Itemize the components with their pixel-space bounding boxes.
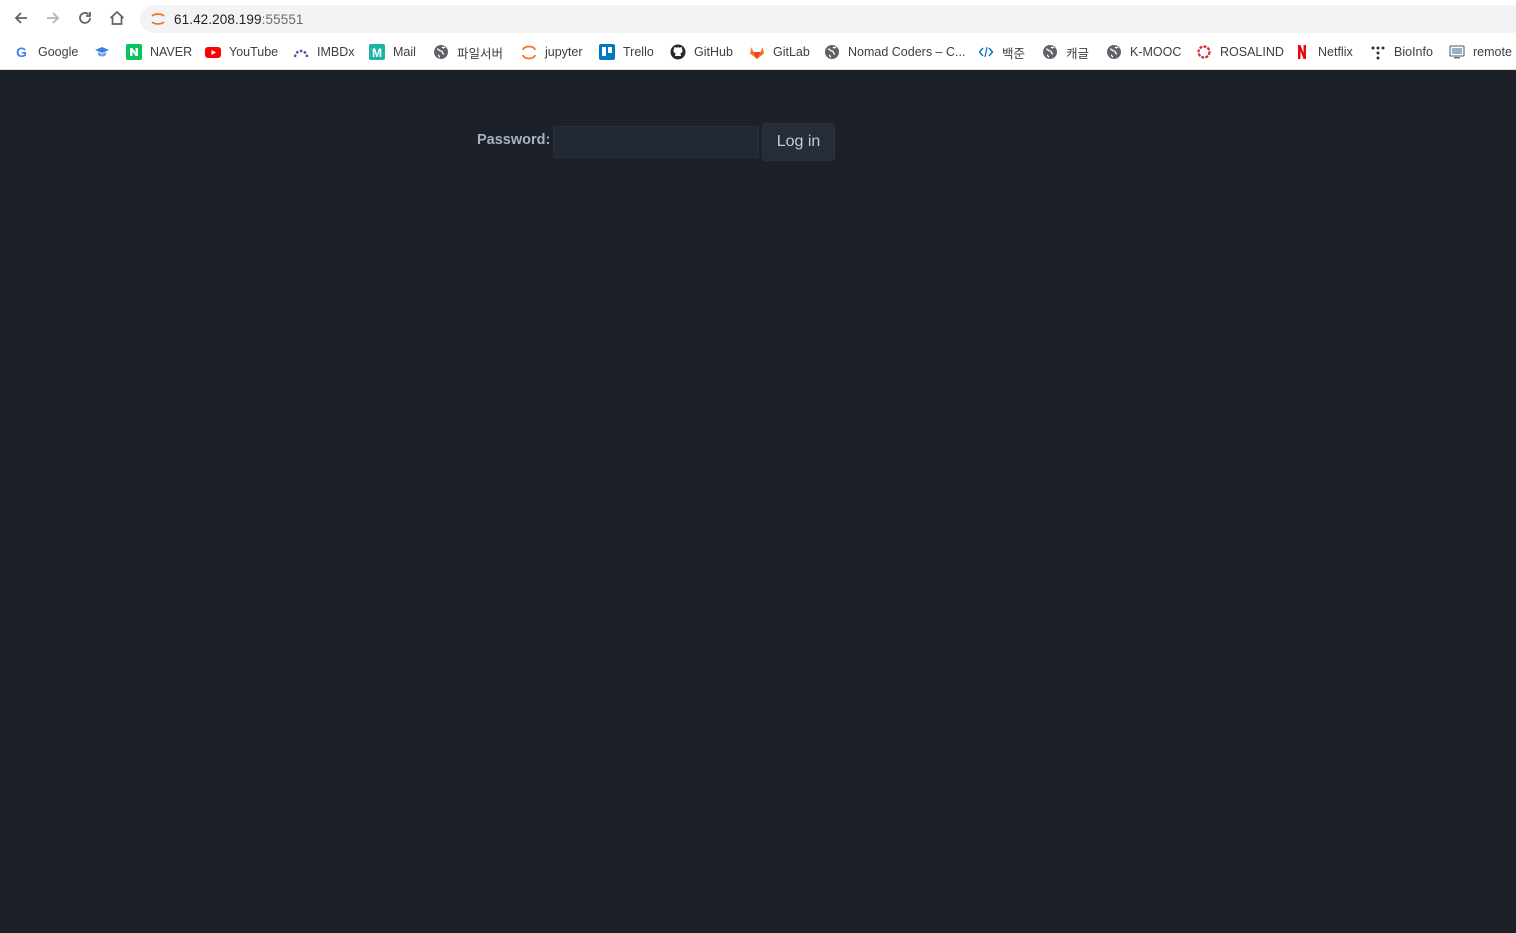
bookmark-label: 파일서버 <box>457 46 504 61</box>
arrow-right-icon <box>47 12 60 24</box>
bookmark-gitlab[interactable]: GitLab <box>749 41 810 63</box>
globe-icon <box>1106 44 1122 60</box>
bookmark-label: IMBDx <box>317 45 355 59</box>
bookmark-label: NAVER <box>150 45 193 59</box>
bookmark-label: YouTube <box>229 45 279 59</box>
bookmark-label: ROSALIND <box>1220 45 1284 59</box>
reload-button[interactable] <box>71 4 99 32</box>
bookmark-rosalind[interactable]: ROSALIND <box>1196 41 1284 63</box>
bookmark-youtube[interactable]: YouTube <box>205 41 278 63</box>
bookmark-nomad-coders[interactable]: Nomad Coders – C... <box>824 41 965 63</box>
login-page: Password: Log in <box>0 70 1516 933</box>
globe-icon <box>433 44 449 60</box>
dots-icon <box>1370 44 1386 60</box>
bookmark-fileserver[interactable]: 파일서버 <box>433 41 503 63</box>
url-text: 61.42.208.199:55551 <box>174 12 304 27</box>
youtube-icon <box>205 44 221 60</box>
bookmark-jupyter[interactable]: jupyter <box>521 41 583 63</box>
bookmark-remote[interactable]: remote <box>1449 41 1512 63</box>
url-port: :55551 <box>261 11 304 27</box>
bookmark-label: 백준 <box>1002 46 1026 61</box>
jupyter-icon <box>149 10 167 28</box>
github-icon <box>670 44 686 60</box>
bookmark-kaggle[interactable]: 캐글 <box>1042 41 1089 63</box>
trello-icon <box>599 44 615 60</box>
bookmark-trello[interactable]: Trello <box>599 41 654 63</box>
password-input[interactable] <box>553 126 759 158</box>
mail-icon: M <box>369 44 385 60</box>
bookmark-label: BioInfo <box>1394 45 1433 59</box>
bookmark-label: Mail <box>393 45 416 59</box>
remote-icon <box>1449 44 1465 60</box>
bookmark-cap[interactable] <box>94 41 118 63</box>
cap-icon <box>94 44 110 60</box>
bookmark-label: jupyter <box>545 45 583 59</box>
bookmark-label: Trello <box>623 45 654 59</box>
url-host: 61.42.208.199 <box>174 11 262 27</box>
bookmark-label: K-MOOC <box>1130 45 1182 59</box>
jupyter-icon <box>521 44 537 60</box>
bookmark-label: GitLab <box>773 45 810 59</box>
rosalind-icon <box>1196 44 1212 60</box>
forward-button[interactable] <box>39 4 67 32</box>
code-icon <box>978 44 994 60</box>
reload-icon <box>79 12 91 24</box>
browser-chrome: 61.42.208.199:55551 G Google NAVER YouTu… <box>0 0 1516 70</box>
password-label: Password: <box>477 132 551 148</box>
imbdx-icon <box>293 44 309 60</box>
svg-text:M: M <box>372 46 382 60</box>
address-bar[interactable]: 61.42.208.199:55551 <box>140 5 1516 33</box>
bookmark-google[interactable]: G Google <box>14 41 78 63</box>
google-icon: G <box>14 44 30 60</box>
bookmark-baekjoon[interactable]: 백준 <box>978 41 1025 63</box>
svg-text:G: G <box>16 44 27 60</box>
bookmark-label: remote <box>1473 45 1512 59</box>
bookmark-bioinfo[interactable]: BioInfo <box>1370 41 1433 63</box>
navigation-toolbar: 61.42.208.199:55551 <box>0 0 1516 38</box>
bookmarks-bar: G Google NAVER YouTube IMBDx M Mail 파일서버 <box>0 38 1516 68</box>
bookmark-label: Google <box>38 45 79 59</box>
bookmark-naver[interactable]: NAVER <box>126 41 192 63</box>
home-button[interactable] <box>103 4 131 32</box>
bookmark-github[interactable]: GitHub <box>670 41 733 63</box>
home-icon <box>109 10 125 25</box>
bookmark-mail[interactable]: M Mail <box>369 41 416 63</box>
bookmark-label: GitHub <box>694 45 733 59</box>
netflix-icon <box>1294 44 1310 60</box>
login-button[interactable]: Log in <box>762 123 835 161</box>
arrow-left-icon <box>14 12 27 24</box>
bookmark-label: Netflix <box>1318 45 1353 59</box>
gitlab-icon <box>749 44 765 60</box>
back-button[interactable] <box>7 4 35 32</box>
bookmark-label: 캐글 <box>1066 46 1090 61</box>
naver-icon <box>126 44 142 60</box>
bookmark-k-mooc[interactable]: K-MOOC <box>1106 41 1181 63</box>
bookmark-netflix[interactable]: Netflix <box>1294 41 1353 63</box>
bookmark-label: Nomad Coders – C... <box>848 45 966 59</box>
globe-icon <box>824 44 840 60</box>
globe-icon <box>1042 44 1058 60</box>
bookmark-imbdx[interactable]: IMBDx <box>293 41 355 63</box>
